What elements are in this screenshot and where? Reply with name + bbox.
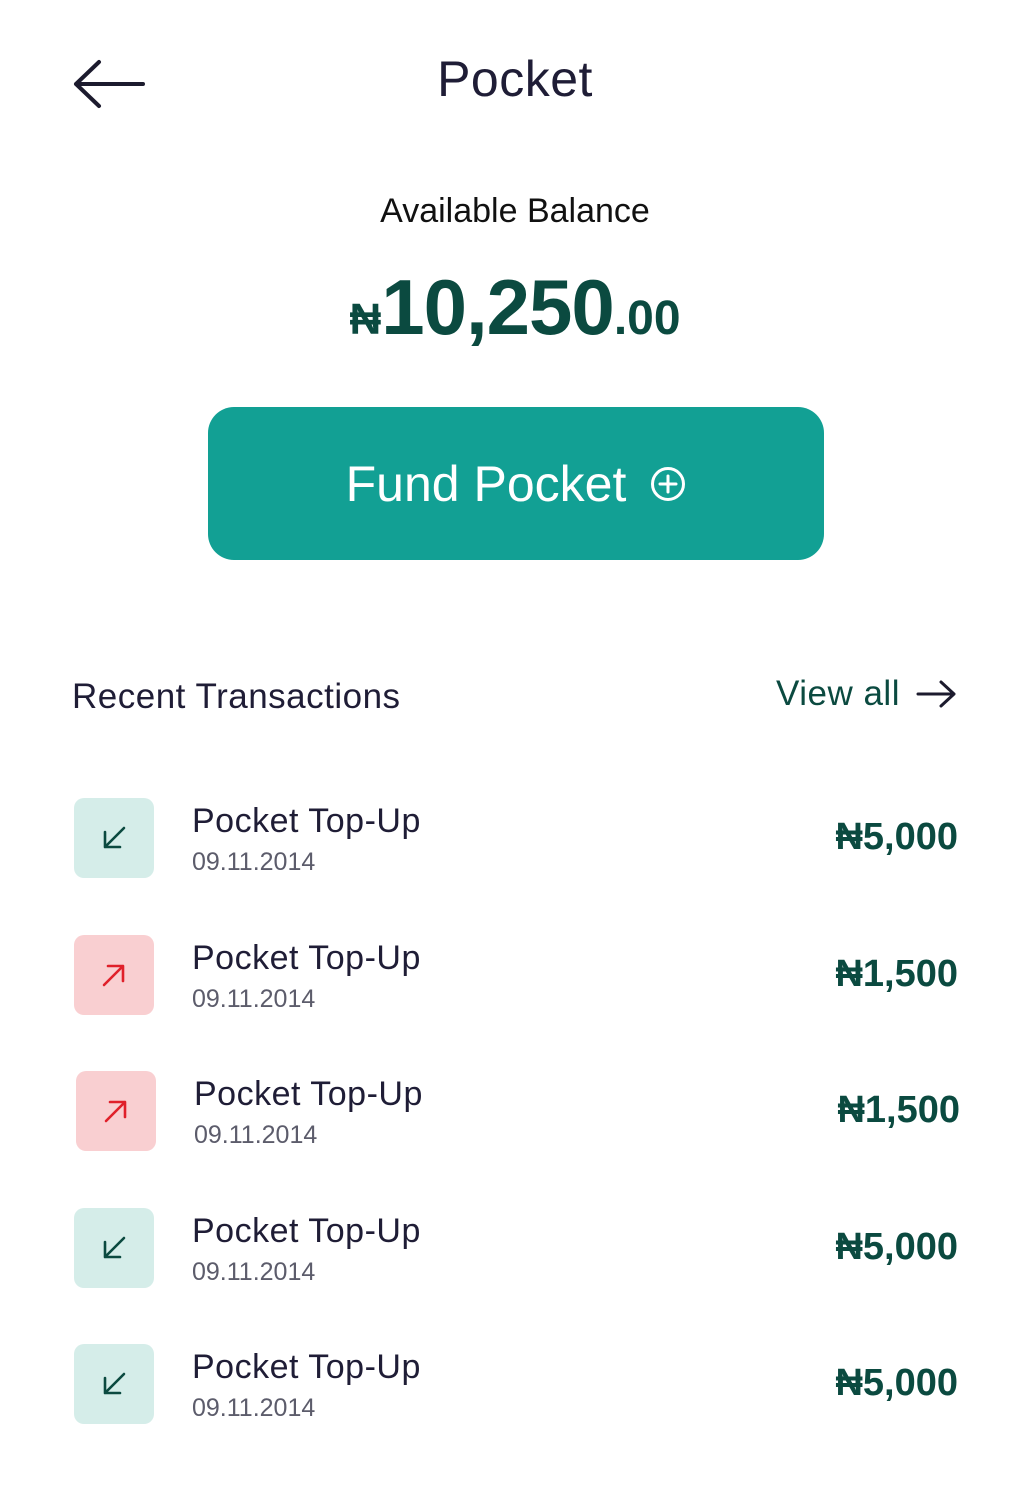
outgoing-icon-tile bbox=[76, 1071, 156, 1151]
transaction-date: 09.11.2014 bbox=[194, 1121, 318, 1149]
transaction-row[interactable]: Pocket Top-Up 09.11.2014 ₦1,500 bbox=[2, 1071, 1030, 1153]
transaction-title: Pocket Top-Up bbox=[194, 1075, 423, 1113]
transaction-title: Pocket Top-Up bbox=[192, 802, 421, 840]
transaction-amount: ₦1,500 bbox=[835, 952, 958, 995]
plus-circle-icon bbox=[650, 466, 686, 502]
transaction-amount: ₦5,000 bbox=[835, 816, 958, 858]
fund-pocket-button[interactable]: Fund Pocket bbox=[208, 407, 824, 560]
balance-whole: 10,250 bbox=[381, 263, 615, 351]
transaction-amount: ₦5,000 bbox=[835, 1362, 958, 1404]
transaction-title: Pocket Top-Up bbox=[192, 1211, 421, 1250]
arrow-down-left-icon bbox=[103, 1372, 126, 1395]
balance-label: Available Balance bbox=[380, 192, 650, 230]
incoming-icon-tile bbox=[74, 1207, 154, 1288]
arrow-down-left-icon bbox=[103, 826, 126, 849]
transaction-row[interactable]: Pocket Top-Up 09.11.2014 ₦1,500 bbox=[0, 934, 1030, 1017]
arrow-up-right-icon bbox=[104, 1100, 127, 1123]
arrow-right-icon bbox=[916, 679, 958, 709]
transaction-title: Pocket Top-Up bbox=[192, 1348, 421, 1386]
header: Pocket bbox=[0, 0, 1030, 160]
transaction-date: 09.11.2014 bbox=[192, 1257, 316, 1286]
balance-amount: ₦10,250.00 bbox=[0, 262, 1030, 353]
view-all-link[interactable]: View all bbox=[776, 674, 958, 714]
balance-decimal: .00 bbox=[613, 292, 681, 345]
page-title: Pocket bbox=[437, 51, 593, 107]
transaction-row[interactable]: Pocket Top-Up 09.11.2014 ₦5,000 bbox=[0, 1344, 1030, 1426]
balance-currency: ₦ bbox=[349, 295, 382, 344]
view-all-label: View all bbox=[776, 674, 900, 713]
recent-transactions-title: Recent Transactions bbox=[72, 677, 401, 716]
transaction-amount: ₦5,000 bbox=[835, 1225, 958, 1268]
transaction-row[interactable]: Pocket Top-Up 09.11.2014 ₦5,000 bbox=[0, 1207, 1030, 1290]
transaction-date: 09.11.2014 bbox=[192, 1394, 316, 1422]
transaction-row[interactable]: Pocket Top-Up 09.11.2014 ₦5,000 bbox=[0, 798, 1030, 880]
arrow-down-left-icon bbox=[103, 1236, 126, 1258]
incoming-icon-tile bbox=[74, 1344, 154, 1424]
transaction-date: 09.11.2014 bbox=[192, 848, 316, 876]
outgoing-icon-tile bbox=[74, 934, 154, 1015]
arrow-up-right-icon bbox=[102, 964, 125, 986]
transaction-amount: ₦1,500 bbox=[837, 1089, 960, 1131]
fund-pocket-label: Fund Pocket bbox=[345, 455, 627, 512]
transaction-date: 09.11.2014 bbox=[192, 984, 316, 1013]
transaction-title: Pocket Top-Up bbox=[192, 938, 421, 977]
incoming-icon-tile bbox=[74, 798, 154, 878]
